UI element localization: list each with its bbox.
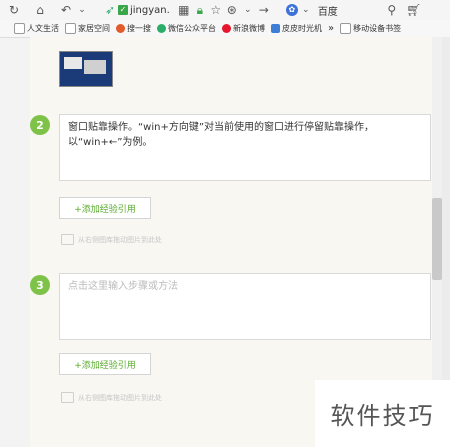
baidu-paw-icon[interactable]: ✿ bbox=[285, 4, 298, 16]
folder-icon bbox=[65, 23, 76, 34]
undo-icon[interactable]: ↶ bbox=[58, 3, 74, 17]
bookmark-label: 搜一搜 bbox=[127, 24, 151, 33]
drop-hint-text: 从右侧图库拖动图片到此处 bbox=[78, 393, 162, 402]
image-drop-hint: 从右侧图库拖动图片到此处 bbox=[61, 392, 162, 403]
forward-arrow-icon[interactable]: → bbox=[256, 3, 272, 17]
bookmark-item-1[interactable]: 家居空间 bbox=[65, 23, 110, 34]
bookmarks-overflow[interactable]: » bbox=[328, 23, 334, 34]
refresh-icon[interactable]: ↻ bbox=[6, 3, 22, 17]
scrollbar-thumb[interactable] bbox=[432, 198, 442, 280]
bookmark-item-4[interactable]: 新浪微博 bbox=[222, 23, 265, 34]
search-engine-label[interactable]: 百度 bbox=[318, 3, 338, 18]
window-shape bbox=[64, 57, 82, 69]
qr-code-icon[interactable]: ▦ bbox=[176, 3, 192, 17]
extension-icon[interactable]: ⊛ bbox=[224, 3, 240, 17]
bookmarks-bar: 人文生活 家居空间 搜一搜 微信公众平台 新浪微博 皮皮时光机 » 移动设备书签 bbox=[0, 20, 450, 38]
time-machine-icon bbox=[271, 24, 280, 33]
step-text-editor[interactable]: 窗口贴靠操作。“win+方向键”对当前使用的窗口进行停留贴靠操作，以“win+←… bbox=[59, 114, 431, 181]
mobile-bookmarks-icon bbox=[340, 23, 352, 34]
add-reference-button[interactable]: +添加经验引用 bbox=[59, 197, 151, 219]
browser-toolbar: ↻ ⌂ ↶ ⌄ ➶ ✓ jingyan. ▦ 🔒︎ ☆ ⊛ ⌄ → ✿ ⌄ 百度… bbox=[0, 0, 450, 20]
address-bar-text[interactable]: jingyan. bbox=[130, 5, 170, 16]
bookmark-label: 微信公众平台 bbox=[168, 24, 216, 33]
step-text-editor[interactable]: 点击这里输入步骤或方法 bbox=[59, 273, 431, 340]
image-drop-hint: 从右侧图库拖动图片到此处 bbox=[61, 234, 162, 245]
image-icon bbox=[61, 392, 74, 403]
bookmark-item-0[interactable]: 人文生活 bbox=[14, 23, 59, 34]
bookmark-label: 人文生活 bbox=[27, 24, 59, 33]
step-number-badge: 3 bbox=[30, 275, 50, 295]
bookmark-item-5[interactable]: 皮皮时光机 bbox=[271, 23, 322, 34]
rocket-icon[interactable]: ➶ bbox=[102, 3, 118, 17]
chevron-down-icon[interactable]: ⌄ bbox=[240, 5, 256, 15]
step-screenshot-thumbnail[interactable] bbox=[59, 51, 113, 87]
bookmark-label: 家居空间 bbox=[78, 24, 110, 33]
cart-icon[interactable]: 🛒︎ bbox=[406, 3, 422, 17]
star-icon[interactable]: ☆ bbox=[208, 3, 224, 17]
sogou-icon bbox=[116, 24, 125, 33]
weibo-icon bbox=[222, 24, 231, 33]
bookmark-item-2[interactable]: 搜一搜 bbox=[116, 23, 151, 34]
folder-icon bbox=[14, 23, 25, 34]
window-shape bbox=[84, 60, 106, 74]
wechat-icon bbox=[157, 24, 166, 33]
search-icon[interactable]: ⚲ bbox=[384, 3, 400, 17]
home-icon[interactable]: ⌂ bbox=[32, 3, 48, 17]
chevron-down-icon[interactable]: ⌄ bbox=[298, 5, 314, 15]
lock-icon: 🔒︎ bbox=[196, 2, 203, 17]
secure-check-icon: ✓ bbox=[118, 5, 128, 15]
add-reference-button[interactable]: +添加经验引用 bbox=[59, 353, 151, 375]
bookmark-label: 皮皮时光机 bbox=[282, 24, 322, 33]
bookmark-item-3[interactable]: 微信公众平台 bbox=[157, 23, 216, 34]
chevron-down-icon[interactable]: ⌄ bbox=[74, 5, 90, 15]
bookmark-item-6[interactable]: 移动设备书签 bbox=[340, 23, 401, 34]
image-icon bbox=[61, 234, 74, 245]
step-number-badge: 2 bbox=[30, 115, 50, 135]
bookmark-label: 新浪微博 bbox=[233, 24, 265, 33]
watermark: 软件技巧 bbox=[315, 380, 450, 447]
bookmark-label: 移动设备书签 bbox=[353, 24, 402, 33]
drop-hint-text: 从右侧图库拖动图片到此处 bbox=[78, 235, 162, 244]
